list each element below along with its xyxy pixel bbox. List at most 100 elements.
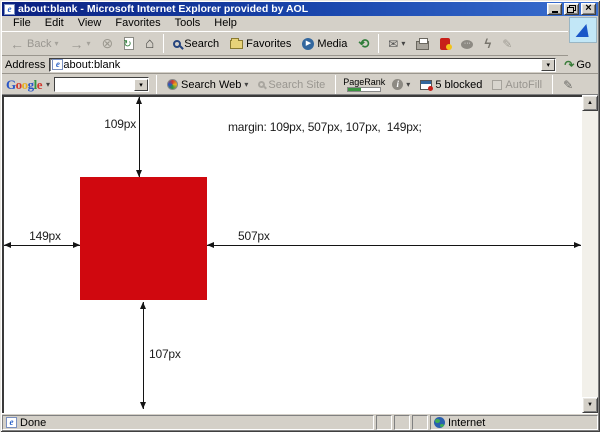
menu-favorites[interactable]: Favorites xyxy=(108,16,167,31)
search-web-icon xyxy=(167,79,178,90)
google-logo[interactable]: Google xyxy=(6,77,42,93)
toolbar-separator xyxy=(163,34,164,53)
forward-dropdown-icon[interactable]: ▾ xyxy=(86,39,90,48)
favorites-label: Favorites xyxy=(246,38,291,50)
search-button[interactable]: Search xyxy=(168,33,224,54)
search-site-button[interactable]: Search Site xyxy=(255,78,328,92)
address-label: Address xyxy=(5,59,45,71)
toolbar-separator xyxy=(552,75,553,94)
edit-button[interactable]: ✎ xyxy=(497,33,517,54)
favorites-button[interactable]: Favorites xyxy=(225,33,296,54)
right-margin-arrow xyxy=(207,245,581,246)
search-site-label: Search Site xyxy=(268,79,325,91)
print-button[interactable] xyxy=(411,33,434,54)
forward-icon: → xyxy=(69,37,83,51)
stop-button[interactable]: ⊗ xyxy=(97,33,119,54)
toolbar-separator xyxy=(378,34,379,53)
search-icon xyxy=(173,40,181,48)
pencil-icon: ✎ xyxy=(563,78,573,92)
messenger-button[interactable] xyxy=(435,33,455,54)
blocked-label: 5 blocked xyxy=(435,79,482,91)
aim-button[interactable]: ϟ xyxy=(479,33,496,54)
page-info-button[interactable]: i ▾ xyxy=(389,78,413,91)
info-dropdown-icon[interactable]: ▾ xyxy=(406,80,410,89)
autofill-icon xyxy=(492,80,502,90)
media-button[interactable]: ▶ Media xyxy=(297,33,352,54)
media-label: Media xyxy=(317,38,347,50)
restore-button[interactable] xyxy=(564,3,579,15)
discuss-button[interactable]: ··· xyxy=(456,33,478,54)
address-bar: Address e ▾ ↷ Go xyxy=(2,56,598,74)
favorites-icon xyxy=(230,40,243,49)
back-button[interactable]: ← Back ▾ xyxy=(5,33,63,54)
status-pane-small xyxy=(376,415,392,430)
menu-help[interactable]: Help xyxy=(207,16,244,31)
search-web-dropdown-icon[interactable]: ▾ xyxy=(244,80,248,89)
discuss-icon: ··· xyxy=(461,40,473,49)
menu-view[interactable]: View xyxy=(71,16,109,31)
history-button[interactable]: ⟲ xyxy=(353,33,374,54)
search-web-button[interactable]: Search Web ▾ xyxy=(164,78,251,92)
mail-icon: ✉ xyxy=(388,37,398,51)
home-button[interactable]: ⌂ xyxy=(140,33,159,54)
minimize-icon xyxy=(552,11,558,13)
refresh-arrow-icon: ↻ xyxy=(123,39,131,50)
stop-icon: ⊗ xyxy=(102,35,114,52)
status-pane-small xyxy=(394,415,410,430)
standard-toolbar: ← Back ▾ → ▾ ⊗ ↻ ⌂ Search Favorites ▶ Me… xyxy=(2,31,568,56)
autofill-button[interactable]: AutoFill xyxy=(489,78,545,92)
mail-dropdown-icon[interactable]: ▾ xyxy=(401,39,405,48)
menu-file[interactable]: File xyxy=(6,16,38,31)
address-field[interactable]: e ▾ xyxy=(49,58,556,72)
toolbar-separator xyxy=(335,75,336,94)
status-bar: e Done Internet xyxy=(2,413,598,430)
aol-throbber xyxy=(569,17,597,43)
home-icon: ⌂ xyxy=(145,35,154,52)
red-box xyxy=(80,177,207,300)
window-title: about:blank - Microsoft Internet Explore… xyxy=(18,3,545,15)
menu-edit[interactable]: Edit xyxy=(38,16,71,31)
page-viewport: 109px margin: 109px, 507px, 107px, 149px… xyxy=(2,95,598,413)
highlight-button[interactable]: ✎ xyxy=(560,77,576,93)
google-toolbar: Google ▾ ▾ Search Web ▾ Search Site Page… xyxy=(2,75,598,95)
google-search-box[interactable]: ▾ xyxy=(54,77,149,92)
google-search-input[interactable] xyxy=(55,79,134,91)
title-bar[interactable]: e about:blank - Microsoft Internet Explo… xyxy=(2,2,598,16)
go-label: Go xyxy=(576,59,591,71)
messenger-icon xyxy=(440,38,450,50)
status-text: Done xyxy=(20,417,46,429)
scroll-up-button[interactable]: ▲ xyxy=(582,95,598,111)
restore-icon xyxy=(567,5,576,13)
address-dropdown-button[interactable]: ▾ xyxy=(541,59,555,71)
forward-button[interactable]: → ▾ xyxy=(64,33,95,54)
go-icon: ↷ xyxy=(564,58,574,72)
page-icon: e xyxy=(52,59,63,70)
scroll-down-button[interactable]: ▼ xyxy=(582,397,598,413)
media-icon: ▶ xyxy=(302,38,314,50)
menu-bar: File Edit View Favorites Tools Help xyxy=(2,16,568,31)
search-label: Search xyxy=(184,38,219,50)
pagerank-indicator[interactable]: PageRank xyxy=(343,77,385,92)
minimize-button[interactable] xyxy=(547,3,562,15)
refresh-button[interactable]: ↻ xyxy=(119,33,139,54)
status-pane: e Done xyxy=(2,415,374,430)
vertical-scrollbar[interactable]: ▲ ▼ xyxy=(582,95,598,413)
address-input[interactable] xyxy=(63,59,541,71)
close-button[interactable]: × xyxy=(581,3,596,15)
ie-document-icon: e xyxy=(4,4,15,15)
edit-icon: ✎ xyxy=(502,37,512,51)
refresh-icon: ↻ xyxy=(124,37,134,50)
search-site-icon xyxy=(258,81,265,88)
bottom-margin-label: 107px xyxy=(149,347,181,361)
zone-label: Internet xyxy=(448,417,485,429)
go-button[interactable]: ↷ Go xyxy=(560,58,595,72)
google-logo-dropdown-icon[interactable]: ▾ xyxy=(46,80,50,89)
back-dropdown-icon[interactable]: ▾ xyxy=(54,39,58,48)
print-icon xyxy=(416,41,429,50)
menu-tools[interactable]: Tools xyxy=(168,16,208,31)
autofill-label: AutoFill xyxy=(505,79,542,91)
internet-globe-icon xyxy=(434,417,445,428)
google-search-dropdown[interactable]: ▾ xyxy=(134,79,148,91)
mail-button[interactable]: ✉ ▾ xyxy=(383,33,410,54)
popup-blocker-button[interactable]: 5 blocked xyxy=(417,78,485,92)
